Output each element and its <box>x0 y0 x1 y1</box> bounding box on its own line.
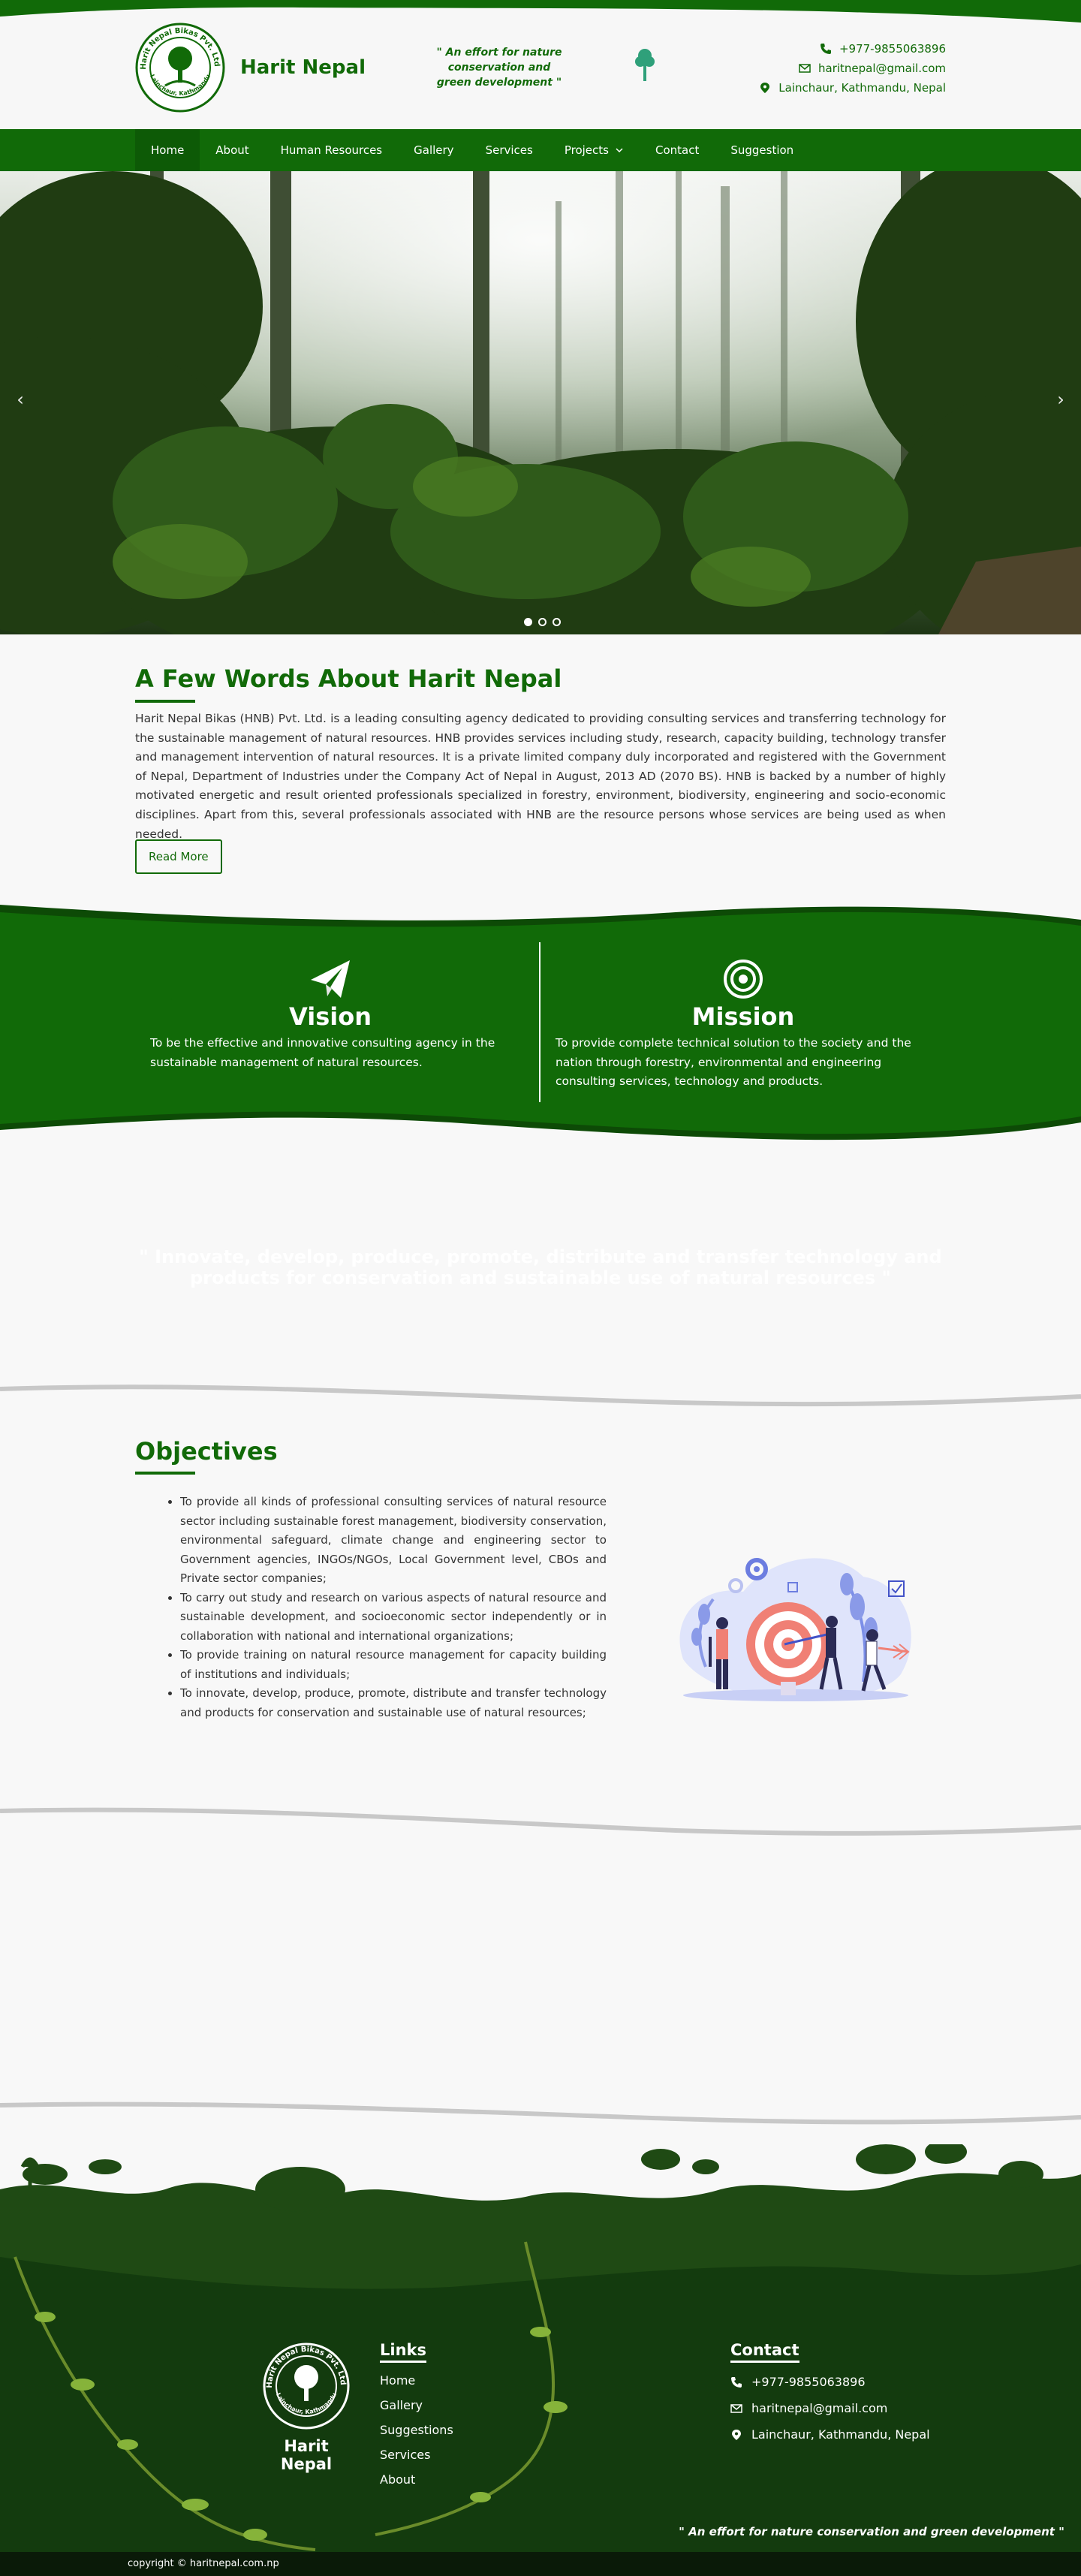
list-item: To provide all kinds of professional con… <box>180 1493 607 1589</box>
nav-human-resources[interactable]: Human Resources <box>265 129 398 171</box>
title-underline <box>135 700 195 703</box>
copyright-text: copyright © haritnepal.com.np <box>128 2558 279 2569</box>
footer-address: Lainchaur, Kathmandu, Nepal <box>751 2427 930 2442</box>
list-item: To provide training on natural resource … <box>180 1646 607 1684</box>
footer-link-home[interactable]: Home <box>380 2373 453 2388</box>
carousel-dot[interactable] <box>553 618 561 626</box>
vision-text: To be the effective and innovative consu… <box>150 1036 495 1069</box>
footer-link-gallery[interactable]: Gallery <box>380 2398 453 2412</box>
vision-mission-section: Vision To be the effective and innovativ… <box>0 897 1081 1149</box>
target-illustration <box>679 1558 911 1701</box>
carousel-indicators <box>524 618 561 626</box>
nav-projects-label: Projects <box>564 143 609 157</box>
footer-links-title: Links <box>380 2341 426 2363</box>
nav-gallery[interactable]: Gallery <box>398 129 469 171</box>
nav-about[interactable]: About <box>200 129 264 171</box>
objectives-section: Objectives To provide all kinds of profe… <box>0 1419 1081 1802</box>
nav-home-label: Home <box>151 143 185 157</box>
nav-suggestion[interactable]: Suggestion <box>715 129 809 171</box>
gray-wave-divider <box>0 1384 1081 1407</box>
header-tagline: " An effort for nature conservation and … <box>436 47 562 89</box>
paper-plane-icon <box>311 960 350 998</box>
footer-contact: Contact +977-9855063896 haritnepal@gmail… <box>730 2341 930 2442</box>
forest-hero-image <box>0 171 1081 634</box>
nav-contact-label: Contact <box>655 143 700 157</box>
objectives-list: To provide all kinds of professional con… <box>180 1493 607 1722</box>
list-item: To carry out study and research on vario… <box>180 1589 607 1647</box>
gray-wave-divider <box>0 2101 1081 2125</box>
quote-text: " Innovate, develop, produce, promote, d… <box>139 1246 942 1288</box>
header-address: Lainchaur, Kathmandu, Nepal <box>778 81 946 95</box>
phone-icon <box>731 2376 742 2388</box>
site-header: Harit Nepal Bikas Pvt. Ltd. Lainchaur, K… <box>0 0 1081 129</box>
nav-services-label: Services <box>485 143 533 157</box>
carousel-dot[interactable] <box>524 618 532 626</box>
footer-links: Links Home Gallery Suggestions Services … <box>380 2341 453 2487</box>
nav-human-resources-label: Human Resources <box>280 143 383 157</box>
about-section: A Few Words About Harit Nepal Harit Nepa… <box>0 634 1081 905</box>
nav-gallery-label: Gallery <box>414 143 454 157</box>
read-more-button[interactable]: Read More <box>135 839 222 874</box>
company-logo: Harit Nepal Bikas Pvt. Ltd. Lainchaur, K… <box>260 2335 350 2430</box>
footer-email[interactable]: haritnepal@gmail.com <box>751 2401 887 2415</box>
empty-section <box>0 1802 1081 2144</box>
vision-block: Vision To be the effective and innovativ… <box>150 957 510 1072</box>
hero-carousel: ‹ › <box>0 171 1081 634</box>
vision-title: Vision <box>289 1002 372 1031</box>
list-item: To innovate, develop, produce, promote, … <box>180 1684 607 1722</box>
main-navigation: Home About Human Resources Gallery Servi… <box>0 129 1081 171</box>
company-logo: Harit Nepal Bikas Pvt. Ltd. Lainchaur, K… <box>135 23 225 113</box>
nav-projects[interactable]: Projects <box>549 129 640 171</box>
map-marker-icon <box>732 2429 741 2440</box>
phone-icon <box>820 44 831 54</box>
carousel-prev-button[interactable]: ‹ <box>9 389 32 419</box>
map-marker-icon <box>760 83 770 93</box>
nav-services[interactable]: Services <box>470 129 549 171</box>
footer-tagline: " An effort for nature conservation and … <box>679 2525 1064 2538</box>
carousel-next-button[interactable]: › <box>1049 389 1072 419</box>
footer-link-about[interactable]: About <box>380 2472 453 2487</box>
footer-link-suggestions[interactable]: Suggestions <box>380 2423 453 2437</box>
copyright-bar: copyright © haritnepal.com.np <box>0 2552 1081 2576</box>
footer-contact-title: Contact <box>730 2341 799 2363</box>
header-phone[interactable]: +977-9855063896 <box>839 39 946 59</box>
quote-section: " Innovate, develop, produce, promote, d… <box>0 1149 1081 1419</box>
mission-block: Mission To provide complete technical so… <box>556 957 931 1092</box>
footer-logo[interactable]: Harit Nepal Bikas Pvt. Ltd. Lainchaur, K… <box>259 2335 354 2473</box>
mission-text: To provide complete technical solution t… <box>556 1036 911 1089</box>
nav-suggestion-label: Suggestion <box>730 143 794 157</box>
tree-icon <box>635 49 655 81</box>
envelope-icon <box>799 64 811 73</box>
footer-phone[interactable]: +977-9855063896 <box>751 2375 866 2389</box>
envelope-icon <box>730 2403 742 2413</box>
brand-name: Harit Nepal <box>240 56 366 79</box>
about-title: A Few Words About Harit Nepal <box>135 664 562 693</box>
carousel-dot[interactable] <box>538 618 547 626</box>
site-footer: Harit Nepal Bikas Pvt. Ltd. Lainchaur, K… <box>0 2144 1081 2576</box>
gray-wave-divider <box>0 1807 1081 1836</box>
nav-contact[interactable]: Contact <box>640 129 715 171</box>
objectives-title: Objectives <box>135 1437 278 1466</box>
chevron-down-icon <box>616 148 623 153</box>
header-email[interactable]: haritnepal@gmail.com <box>818 59 946 78</box>
header-contact: +977-9855063896 haritnepal@gmail.com Lai… <box>759 39 946 98</box>
target-icon <box>724 960 763 999</box>
nav-home[interactable]: Home <box>135 129 200 171</box>
footer-brand: Harit Nepal <box>280 2437 333 2473</box>
vision-mission-divider <box>539 942 540 1102</box>
footer-link-services[interactable]: Services <box>380 2448 453 2462</box>
mission-title: Mission <box>691 1002 795 1031</box>
about-body: Harit Nepal Bikas (HNB) Pvt. Ltd. is a l… <box>135 712 946 841</box>
logo-link[interactable]: Harit Nepal Bikas Pvt. Ltd. Lainchaur, K… <box>135 23 366 113</box>
title-underline <box>135 1472 195 1475</box>
nav-about-label: About <box>215 143 249 157</box>
